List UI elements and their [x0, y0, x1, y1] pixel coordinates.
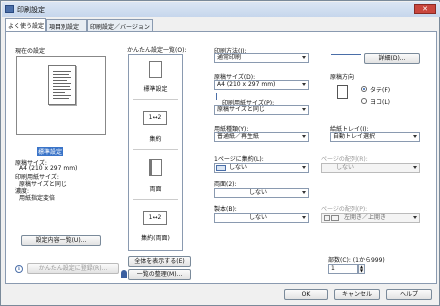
paper-size-value: 原稿サイズと同じ: [217, 106, 265, 113]
combine-small-icon: [216, 165, 226, 171]
tab-print-version[interactable]: 印刷設定／バージョン: [87, 19, 153, 31]
current-preset-highlight: 標準設定: [37, 147, 64, 156]
detail-button[interactable]: 詳細(D)...: [364, 53, 420, 64]
print-method-select[interactable]: 通常印刷: [214, 53, 309, 63]
duplex-value: しない: [249, 189, 268, 196]
detail-button-label: 詳細(D)...: [378, 55, 406, 62]
page-order-value: しない: [336, 164, 355, 171]
detail-original-size-value: A4 (210 x 297 mm): [19, 165, 78, 172]
duplex-label: 両面(2):: [214, 181, 237, 188]
quick-item-label: 集約: [149, 136, 162, 143]
quick-list-heading: かんたん設定一覧(O):: [127, 47, 187, 54]
user-icon: [121, 270, 127, 278]
print-method-value: 通常印刷: [217, 54, 242, 61]
duplex-icon: [149, 159, 162, 176]
binding-page-icon: [324, 215, 330, 221]
orientation-label: 原稿方向: [330, 74, 355, 81]
cancel-button[interactable]: キャンセル: [334, 289, 380, 300]
paper-type-select[interactable]: 普通紙／再生紙: [214, 132, 309, 142]
copies-input[interactable]: 1: [328, 264, 358, 274]
landscape-label: ヨコ(L): [370, 99, 391, 106]
duplex-select[interactable]: しない: [214, 188, 309, 198]
portrait-label: タテ(F): [370, 87, 391, 94]
settings-list-button[interactable]: 設定内容一覧(U)...: [21, 235, 101, 246]
paper-tray-select[interactable]: 自動トレイ選択: [330, 132, 420, 142]
pages-per-sheet-label: 1ページに集約(L):: [214, 156, 264, 163]
paper-tray-value: 自動トレイ選択: [333, 133, 376, 140]
copies-spinner[interactable]: ▲ ▼: [358, 264, 365, 274]
binding-order-value: 左開き／上開き: [344, 214, 387, 221]
portrait-radio[interactable]: [361, 86, 367, 92]
manage-list-button[interactable]: 一覧の整理(M)...: [128, 269, 191, 280]
copies-value: 1: [331, 265, 335, 272]
tab-frequent-settings[interactable]: よく使う設定: [5, 18, 46, 31]
combine-duplex-icon: 1↔2: [143, 211, 167, 225]
settings-preview: [16, 56, 106, 135]
original-size-select[interactable]: A4 (210 x 297 mm): [214, 80, 309, 90]
standard-page-icon: [149, 61, 162, 78]
page-order-label: ページの配列(R):: [321, 156, 368, 163]
print-settings-window: 印刷設定 ✕ よく使う設定 項目別設定 印刷設定／バージョン 現在の設定 標準設…: [0, 0, 440, 306]
pages-per-sheet-value: しない: [229, 164, 248, 171]
info-icon: i: [15, 265, 23, 273]
register-quick-setting-button[interactable]: かんたん設定に登録(R)...: [27, 263, 119, 274]
quick-settings-list[interactable]: 標準設定 1↔2 集約 両面 1↔2 集約(両面): [128, 54, 183, 251]
detail-density-value: 用紙指定変倍: [19, 195, 56, 202]
close-icon[interactable]: ✕: [414, 4, 436, 14]
binding-spread-icon: [331, 215, 339, 221]
ok-button[interactable]: OK: [284, 289, 328, 300]
paper-type-value: 普通紙／再生紙: [217, 133, 260, 140]
page-preview: [48, 65, 76, 105]
quick-item-label: 両面: [149, 186, 162, 193]
show-all-button[interactable]: 全体を表示する(E): [128, 256, 191, 267]
copies-label: 部数(C): (1から999): [328, 257, 385, 264]
arrow-right-icon: [331, 54, 361, 55]
title-bar: 印刷設定 ✕: [2, 2, 440, 17]
help-button[interactable]: ヘルプ: [386, 289, 432, 300]
combine-icon: 1↔2: [143, 111, 167, 125]
landscape-radio[interactable]: [361, 98, 367, 104]
page-order-select[interactable]: しない: [321, 163, 420, 173]
pages-per-sheet-select[interactable]: しない: [214, 163, 309, 173]
original-size-value: A4 (210 x 297 mm): [217, 81, 276, 88]
arrow-down-icon: [216, 93, 220, 100]
booklet-select[interactable]: しない: [214, 213, 309, 223]
printer-icon: [5, 5, 14, 13]
current-settings-heading: 現在の設定: [15, 48, 46, 55]
window-title: 印刷設定: [17, 6, 45, 14]
booklet-value: しない: [249, 214, 268, 221]
paper-size-select[interactable]: 原稿サイズと同じ: [214, 105, 309, 115]
booklet-label: 製本(B):: [214, 206, 237, 213]
portrait-page-icon: [337, 85, 348, 99]
quick-item-label: 集約(両面): [141, 235, 170, 242]
tab-detailed-settings[interactable]: 項目別設定: [46, 19, 87, 31]
quick-item-label: 標準設定: [143, 86, 168, 93]
binding-order-label: ページの配列(P):: [321, 206, 368, 213]
